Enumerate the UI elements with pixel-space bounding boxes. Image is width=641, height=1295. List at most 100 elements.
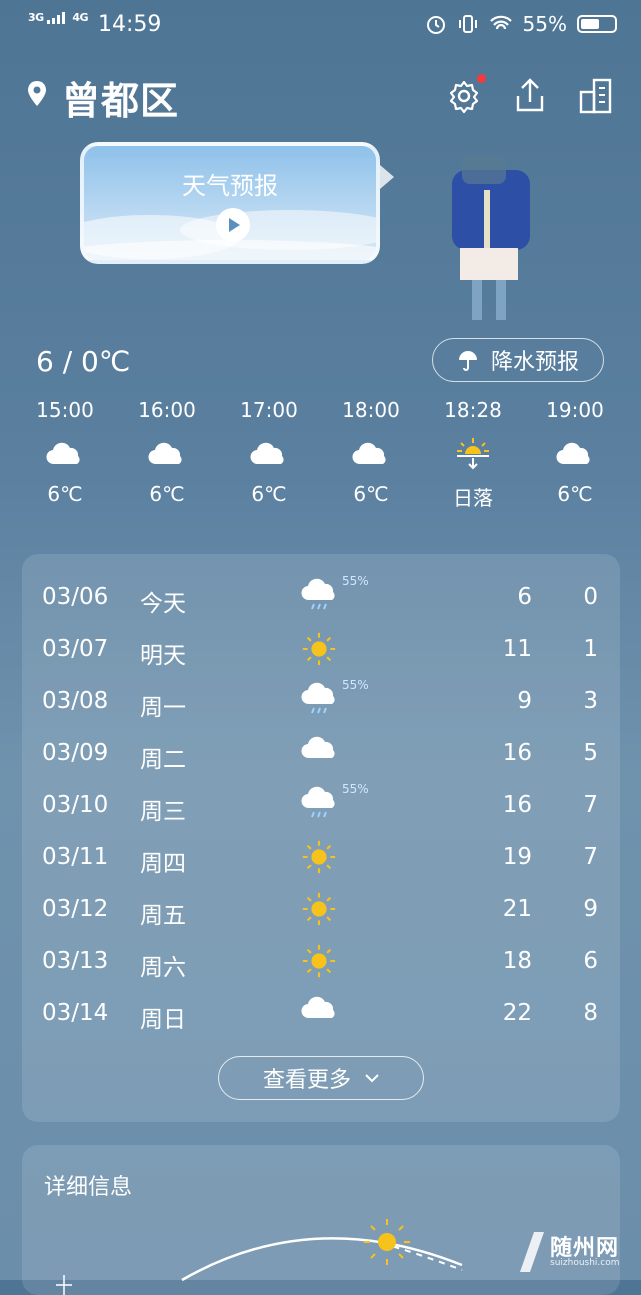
daily-weather-icon	[300, 630, 344, 670]
daily-row[interactable]: 03/09 周二 16 5	[22, 730, 620, 782]
daily-weekday: 今天	[140, 591, 186, 617]
city-list-button[interactable]	[576, 76, 616, 116]
daily-low: 7	[583, 844, 598, 870]
daily-weather-icon	[300, 786, 344, 826]
daily-row[interactable]: 03/07 明天 11 1	[22, 626, 620, 678]
network-3g-label: 3G	[28, 11, 44, 24]
daily-high: 16	[502, 792, 532, 818]
daily-weekday: 周日	[140, 1007, 186, 1033]
precipitation-forecast-button[interactable]: 降水预报	[432, 338, 604, 382]
vibrate-icon	[458, 15, 477, 33]
daily-date: 03/14	[42, 1000, 109, 1026]
play-button[interactable]	[216, 208, 250, 242]
header-actions	[444, 74, 616, 116]
precip-label: 降水预报	[490, 350, 579, 375]
daily-forecast-card: 03/06 今天 55% 6 0 03/07 明天 11 1 03/08 周一 55…	[22, 554, 620, 1122]
daily-low: 1	[583, 636, 598, 662]
sun-icon	[302, 944, 336, 978]
daily-high: 9	[517, 688, 532, 714]
cloud-icon	[301, 736, 335, 759]
view-more-label: 查看更多	[262, 1068, 351, 1093]
cloud-icon	[556, 442, 590, 465]
hour-weather-icon	[14, 426, 116, 482]
hourly-forecast[interactable]: 15:00 6℃ 16:00 6℃ 17:00 6℃ 18:00 6℃ 18:28 日落…	[14, 398, 626, 518]
video-title: 天气预报	[182, 172, 278, 200]
weather-character-illustration	[452, 156, 530, 320]
daily-row[interactable]: 03/13 周六 18 6	[22, 938, 620, 990]
speech-pointer	[380, 165, 394, 189]
daily-date: 03/11	[42, 844, 109, 870]
hour-time: 16:00	[138, 398, 196, 422]
umbrella-icon	[458, 351, 477, 371]
hour-weather-icon	[320, 426, 422, 482]
hour-weather-icon	[218, 426, 320, 482]
hour-value: 6℃	[353, 482, 389, 506]
hour-item: 18:28 日落	[422, 398, 524, 518]
daily-weekday: 周五	[140, 903, 186, 929]
today-temp-range: 6 / 0℃	[36, 345, 131, 378]
hour-item: 16:00 6℃	[116, 398, 218, 518]
daily-date: 03/13	[42, 948, 109, 974]
daily-low: 3	[583, 688, 598, 714]
hour-time: 18:00	[342, 398, 400, 422]
daily-weekday: 周三	[140, 799, 186, 825]
daily-row[interactable]: 03/11 周四 19 7	[22, 834, 620, 886]
daily-date: 03/10	[42, 792, 109, 818]
daily-weather-icon	[300, 890, 344, 930]
daily-low: 8	[583, 1000, 598, 1026]
daily-precip-chance: 55%	[342, 782, 369, 796]
hour-item: 15:00 6℃	[14, 398, 116, 518]
daily-low: 0	[583, 584, 598, 610]
daily-weather-icon	[300, 578, 344, 618]
battery-percent: 55%	[522, 12, 567, 36]
daily-row[interactable]: 03/08 周一 55% 9 3	[22, 678, 620, 730]
location-pin-icon	[28, 81, 46, 106]
daily-precip-chance: 55%	[342, 678, 369, 692]
daily-date: 03/12	[42, 896, 109, 922]
weather-video-card[interactable]: 天气预报	[80, 142, 380, 264]
hour-value: 6℃	[557, 482, 593, 506]
sun-icon	[302, 892, 336, 926]
hour-value: 日落	[453, 486, 493, 510]
daily-row[interactable]: 03/14 周日 22 8	[22, 990, 620, 1042]
status-bar: 3G 4G 14:59 55%	[0, 8, 641, 44]
daily-row[interactable]: 03/12 周五 21 9	[22, 886, 620, 938]
status-time: 14:59	[98, 12, 162, 37]
hour-value: 6℃	[149, 482, 185, 506]
daily-precip-chance: 55%	[342, 574, 369, 588]
cloud-icon	[46, 442, 80, 465]
status-right: 55%	[425, 12, 617, 36]
cloud-icon	[301, 996, 335, 1019]
hour-time: 18:28	[444, 398, 502, 422]
hour-item: 17:00 6℃	[218, 398, 320, 518]
daily-date: 03/08	[42, 688, 109, 714]
play-icon	[229, 218, 240, 232]
view-more-button[interactable]: 查看更多	[218, 1056, 424, 1100]
daily-weather-icon	[300, 838, 344, 878]
daily-high: 22	[502, 1000, 532, 1026]
sun-icon	[302, 840, 336, 874]
daily-weekday: 周二	[140, 747, 186, 773]
daily-row[interactable]: 03/10 周三 55% 16 7	[22, 782, 620, 834]
share-icon	[516, 78, 544, 112]
daily-low: 5	[583, 740, 598, 766]
hour-weather-icon	[116, 426, 218, 482]
rain-cloud-icon	[301, 786, 335, 818]
settings-button[interactable]	[444, 74, 486, 116]
hour-time: 17:00	[240, 398, 298, 422]
cloud-icon	[352, 442, 386, 465]
daily-weekday: 周一	[140, 695, 186, 721]
wifi-icon	[489, 15, 512, 30]
share-button[interactable]	[510, 76, 550, 116]
daily-high: 16	[502, 740, 532, 766]
daily-row[interactable]: 03/06 今天 55% 6 0	[22, 574, 620, 626]
city-name[interactable]: 曾都区	[62, 70, 179, 125]
buildings-icon	[579, 78, 612, 114]
daily-weekday: 周四	[140, 851, 186, 877]
daily-low: 6	[583, 948, 598, 974]
daily-high: 21	[502, 896, 532, 922]
hour-item: 19:00 6℃	[524, 398, 626, 518]
daily-high: 11	[502, 636, 532, 662]
daily-high: 18	[502, 948, 532, 974]
hour-value: 6℃	[47, 482, 83, 506]
